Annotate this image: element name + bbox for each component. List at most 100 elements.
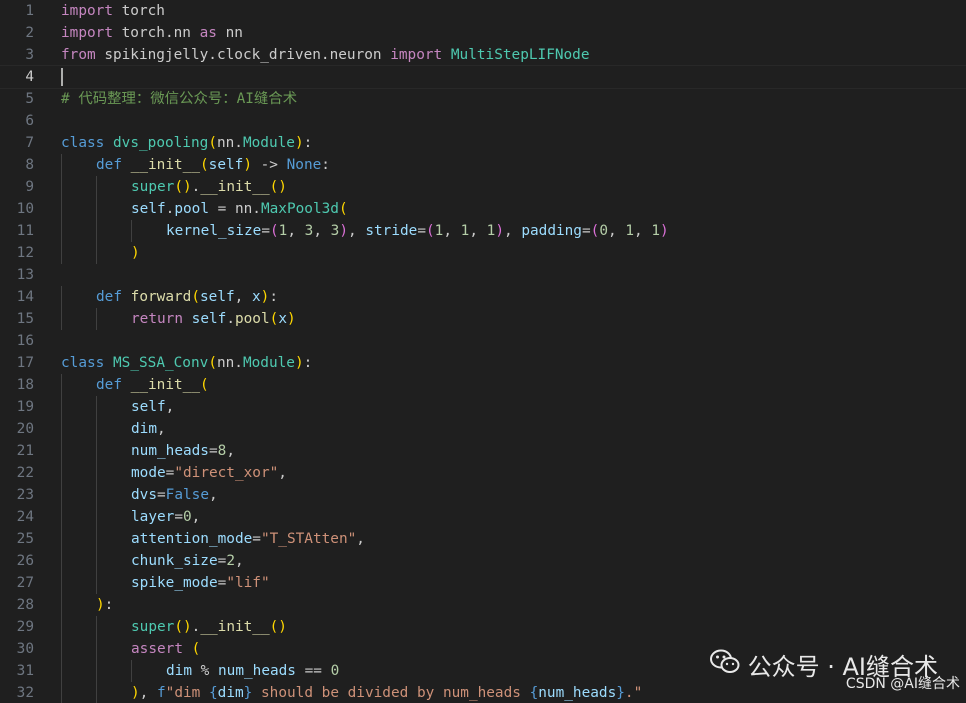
code-line[interactable]: 26 chunk_size=2, xyxy=(0,550,966,572)
code-token: , xyxy=(634,223,652,239)
code-token: nn. xyxy=(216,355,243,371)
text-cursor xyxy=(61,68,63,86)
indent-guide xyxy=(61,198,62,220)
indent-guide xyxy=(96,616,97,638)
code-token: __init__ xyxy=(130,157,200,173)
line-number: 26 xyxy=(16,553,34,569)
code-token: = xyxy=(581,223,591,239)
code-token: { xyxy=(209,685,218,701)
code-line[interactable]: 15 return self.pool(x) xyxy=(0,308,966,330)
line-number: 29 xyxy=(16,619,34,635)
code-token: layer xyxy=(131,509,175,525)
code-line[interactable]: 3 from spikingjelly.clock_driven.neuron i… xyxy=(0,44,966,66)
code-token: def xyxy=(96,289,122,305)
code-line[interactable]: 7 class dvs_pooling(nn.Module): xyxy=(0,132,966,154)
line-number: 12 xyxy=(16,245,34,261)
code-text: self.pool = nn.MaxPool3d( xyxy=(131,198,348,220)
code-text: self, xyxy=(131,396,174,418)
code-line[interactable]: 16 xyxy=(0,330,966,352)
line-number: 4 xyxy=(25,69,34,85)
code-token: , xyxy=(139,685,157,701)
indent-guide xyxy=(96,462,97,484)
indent-guide xyxy=(61,242,62,264)
code-line[interactable]: 32 ), f"dim {dim} should be divided by nu… xyxy=(0,682,966,703)
indent-guide xyxy=(96,418,97,440)
line-number: 16 xyxy=(16,333,34,349)
code-line[interactable]: 4 xyxy=(0,65,966,89)
code-line[interactable]: 17 class MS_SSA_Conv(nn.Module): xyxy=(0,352,966,374)
code-line[interactable]: 10 self.pool = nn.MaxPool3d( xyxy=(0,198,966,220)
code-token: ) xyxy=(131,245,140,261)
line-number: 22 xyxy=(16,465,34,481)
code-token: . xyxy=(226,311,235,327)
code-line[interactable]: 21 num_heads=8, xyxy=(0,440,966,462)
code-token: Module xyxy=(242,355,295,371)
code-text: spike_mode="lif" xyxy=(131,572,270,594)
code-token: = xyxy=(217,553,227,569)
code-token: % xyxy=(192,663,218,679)
code-token: torch xyxy=(112,3,165,19)
code-line[interactable]: 13 xyxy=(0,264,966,286)
code-line[interactable]: 8 def __init__(self) -> None: xyxy=(0,154,966,176)
code-line[interactable]: 9 super().__init__() xyxy=(0,176,966,198)
code-line[interactable]: 14 def forward(self, x): xyxy=(0,286,966,308)
code-token: ) xyxy=(294,355,304,371)
code-token: 0 xyxy=(599,223,608,239)
code-token: ) xyxy=(294,135,304,151)
code-text: ) xyxy=(131,242,140,264)
line-number: 18 xyxy=(16,377,34,393)
code-line[interactable]: 22 mode="direct_xor", xyxy=(0,462,966,484)
code-line[interactable]: 18 def __init__( xyxy=(0,374,966,396)
code-text: ), f"dim {dim} should be divided by num_… xyxy=(131,682,642,703)
code-token: class xyxy=(61,355,105,371)
code-token: ( xyxy=(191,641,201,657)
code-token: 1 xyxy=(625,223,634,239)
code-token: def xyxy=(96,157,122,173)
code-token: , xyxy=(356,531,365,547)
code-editor[interactable]: 1 import torch 2 import torch.nn as nn 3 from… xyxy=(0,0,966,703)
code-token: = xyxy=(417,223,426,239)
code-token: = xyxy=(157,487,166,503)
indent-guide xyxy=(61,616,62,638)
code-token: self xyxy=(208,157,244,173)
code-line[interactable]: 1 import torch xyxy=(0,0,966,22)
line-number: 32 xyxy=(16,685,34,701)
code-token: ( xyxy=(425,223,435,239)
code-token: super xyxy=(131,179,175,195)
code-line[interactable]: 25 attention_mode="T_STAtten", xyxy=(0,528,966,550)
code-token: ) xyxy=(286,311,296,327)
code-line[interactable]: 6 xyxy=(0,110,966,132)
code-token: , xyxy=(608,223,626,239)
code-line[interactable]: 2 import torch.nn as nn xyxy=(0,22,966,44)
code-token: nn. xyxy=(216,135,243,151)
code-token: assert xyxy=(131,641,183,657)
code-token: ) xyxy=(131,685,140,701)
indent-guide xyxy=(61,374,62,396)
code-line[interactable]: 28): xyxy=(0,594,966,616)
code-token: attention_mode xyxy=(131,531,253,547)
code-line[interactable]: 24 layer=0, xyxy=(0,506,966,528)
code-line[interactable]: 20 dim, xyxy=(0,418,966,440)
code-token: self xyxy=(131,399,166,415)
code-line[interactable]: 27 spike_mode="lif" xyxy=(0,572,966,594)
indent-guide xyxy=(61,660,62,682)
code-line[interactable]: 12) xyxy=(0,242,966,264)
code-token: : xyxy=(104,597,114,613)
code-text: from spikingjelly.clock_driven.neuron im… xyxy=(61,44,590,66)
code-token: = xyxy=(252,531,261,547)
code-token: spike_mode xyxy=(131,575,218,591)
code-token: , xyxy=(287,223,305,239)
code-text: mode="direct_xor", xyxy=(131,462,287,484)
code-text: return self.pool(x) xyxy=(131,308,296,330)
indent-guide xyxy=(96,682,97,703)
indent-guide xyxy=(61,396,62,418)
code-line[interactable]: 29 super().__init__() xyxy=(0,616,966,638)
code-line[interactable]: 11 kernel_size=(1, 3, 3), stride=(1, 1, 1… xyxy=(0,220,966,242)
indent-guide xyxy=(96,396,97,418)
code-token: MS_SSA_Conv xyxy=(113,355,209,371)
code-line[interactable]: 5 # 代码整理：微信公众号：AI缝合术 xyxy=(0,88,966,110)
code-line[interactable]: 19 self, xyxy=(0,396,966,418)
code-line[interactable]: 23 dvs=False, xyxy=(0,484,966,506)
line-number: 6 xyxy=(25,113,34,129)
